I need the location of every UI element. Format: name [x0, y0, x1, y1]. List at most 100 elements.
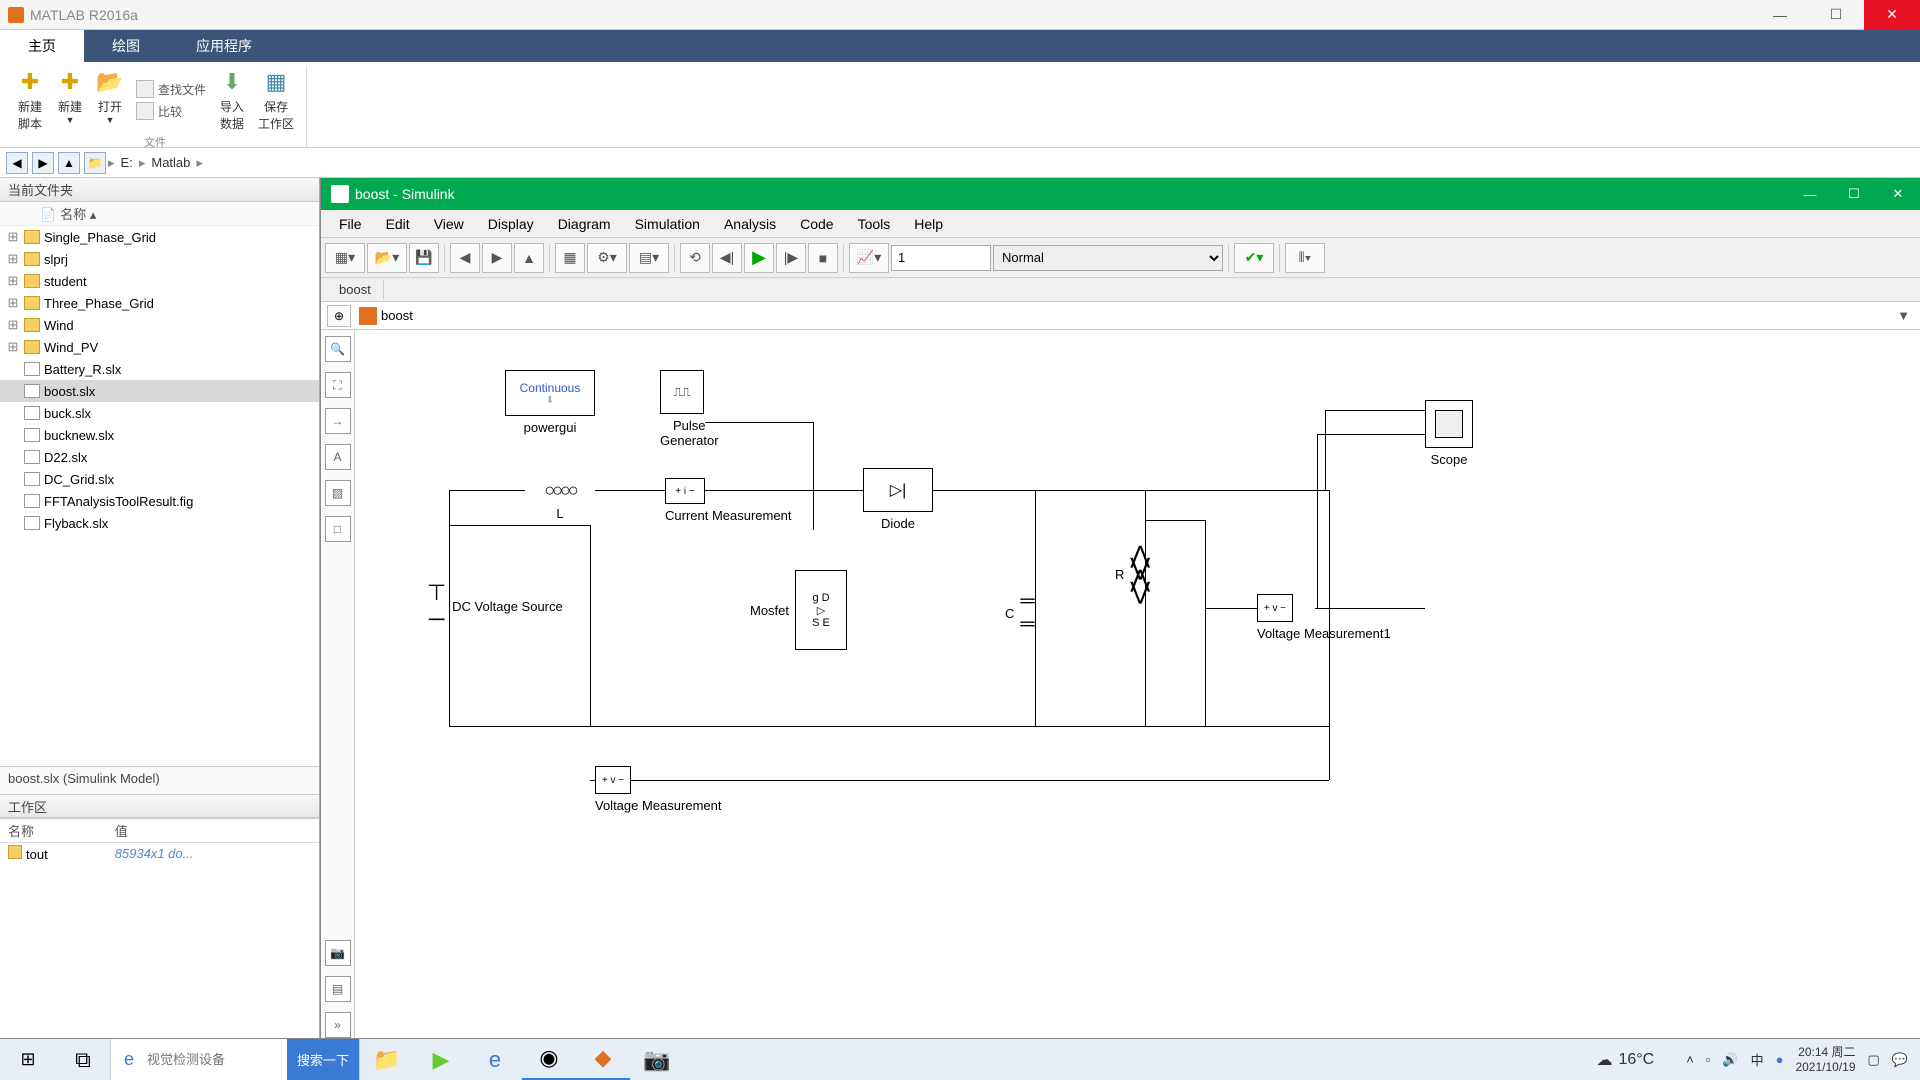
crumb-dropdown[interactable]: ▼ — [1897, 308, 1910, 323]
simulink-canvas[interactable]: Continuous⬇ powergui ⎍⎍ Pulse Generator … — [355, 330, 1920, 1038]
library-browser-button[interactable]: ▦ — [555, 243, 585, 273]
taskview-button[interactable]: ⧉ — [56, 1039, 110, 1080]
search-go-button[interactable]: 搜索一下 — [287, 1039, 359, 1080]
tab-plot[interactable]: 绘图 — [84, 30, 168, 62]
name-column-header[interactable]: 📄名称 ▴ — [0, 202, 319, 226]
start-button[interactable]: ⊞ — [0, 1039, 56, 1080]
screenshot-tool-icon[interactable]: 📷 — [325, 940, 351, 966]
file-tree[interactable]: 📄名称 ▴ ⊞Single_Phase_Grid ⊞slprj ⊞student… — [0, 202, 319, 766]
block-dc-source[interactable]: ⊤─DC Voltage Source — [427, 580, 563, 632]
search-input[interactable] — [147, 1045, 287, 1075]
folder-item[interactable]: ⊞Three_Phase_Grid — [0, 292, 319, 314]
fit-tool-icon[interactable]: ⛶ — [325, 372, 351, 398]
block-voltage-measurement[interactable]: + v − Voltage Measurement — [595, 766, 721, 813]
compare-button[interactable]: 比较 — [130, 100, 212, 122]
folder-item[interactable]: ⊞Wind_PV — [0, 336, 319, 358]
tab-home[interactable]: 主页 — [0, 30, 84, 62]
menu-simulation[interactable]: Simulation — [623, 212, 712, 236]
tray-ime-icon[interactable]: 中 — [1751, 1050, 1764, 1069]
stop-button[interactable]: ■ — [808, 243, 838, 273]
back-button[interactable]: ◀ — [450, 243, 480, 273]
file-item[interactable]: buck.slx — [0, 402, 319, 424]
block-scope[interactable]: Scope — [1425, 400, 1473, 467]
file-item[interactable]: FFTAnalysisToolResult.fig — [0, 490, 319, 512]
sample-time-button[interactable]: ⫴▾ — [1285, 243, 1325, 273]
block-voltage-measurement-1[interactable]: + v − Voltage Measurement1 — [1257, 594, 1391, 641]
ws-col-value[interactable]: 值 — [107, 819, 289, 843]
save-workspace-button[interactable]: ▦保存 工作区 — [252, 66, 300, 134]
menu-help[interactable]: Help — [902, 212, 955, 236]
model-tab[interactable]: boost — [327, 280, 384, 299]
block-capacitor[interactable]: C══ — [1005, 590, 1035, 636]
notification-icon[interactable]: ▢ — [1868, 1052, 1880, 1068]
save-model-button[interactable]: 💾 — [409, 243, 439, 273]
tray-network-icon[interactable]: ▫ — [1706, 1052, 1711, 1067]
edge-icon[interactable]: e — [468, 1039, 522, 1080]
crumb-nav-icon[interactable]: ⊕ — [327, 305, 351, 327]
new-button[interactable]: ✚新建▼ — [50, 66, 90, 134]
weather-widget[interactable]: ☁16°C — [1596, 1050, 1654, 1070]
step-back-button[interactable]: ◀| — [712, 243, 742, 273]
matlab-task-icon[interactable]: ◆ — [576, 1039, 630, 1080]
import-data-button[interactable]: ⬇导入 数据 — [212, 66, 252, 134]
taskbar-clock[interactable]: 20:14 周二 2021/10/19 — [1795, 1045, 1855, 1074]
area-tool-icon[interactable]: □ — [325, 516, 351, 542]
folder-item[interactable]: ⊞Single_Phase_Grid — [0, 226, 319, 248]
nav-browse-icon[interactable]: 📁 — [84, 152, 106, 174]
arrow-tool-icon[interactable]: → — [325, 408, 351, 434]
tray-chevron-icon[interactable]: ˄ — [1686, 1052, 1694, 1067]
block-mosfet[interactable]: Mosfetg D▷S E — [750, 570, 847, 650]
file-item[interactable]: Flyback.slx — [0, 512, 319, 534]
nav-back-icon[interactable]: ◀ — [6, 152, 28, 174]
maximize-button[interactable]: ☐ — [1808, 0, 1864, 30]
image-tool-icon[interactable]: ▨ — [325, 480, 351, 506]
crumb-model[interactable]: boost — [381, 308, 413, 323]
file-item[interactable]: D22.slx — [0, 446, 319, 468]
menu-edit[interactable]: Edit — [374, 212, 422, 236]
menu-view[interactable]: View — [422, 212, 476, 236]
block-resistor[interactable]: R⋀⋁⋀⋁ — [1115, 550, 1150, 598]
sim-minimize-button[interactable]: — — [1788, 178, 1832, 210]
menu-analysis[interactable]: Analysis — [712, 212, 788, 236]
block-powergui[interactable]: Continuous⬇ powergui — [505, 370, 595, 435]
path-folder[interactable]: Matlab — [145, 155, 196, 170]
forward-button[interactable]: ▶ — [482, 243, 512, 273]
explorer-icon[interactable]: 📁 — [360, 1039, 414, 1080]
sim-mode-select[interactable]: Normal — [993, 245, 1223, 271]
properties-tool-icon[interactable]: ▤ — [325, 976, 351, 1002]
folder-item[interactable]: ⊞slprj — [0, 248, 319, 270]
file-item-selected[interactable]: boost.slx — [0, 380, 319, 402]
nav-up-icon[interactable]: ▲ — [58, 152, 80, 174]
open-button[interactable]: 📂打开▼ — [90, 66, 130, 134]
tray-volume-icon[interactable]: 🔊 — [1722, 1052, 1738, 1068]
block-inductor[interactable]: ○○○○ L — [525, 478, 595, 521]
expand-tool-icon[interactable]: » — [325, 1012, 351, 1038]
tray-app-icon[interactable]: ● — [1776, 1052, 1784, 1067]
update-button[interactable]: ⟲ — [680, 243, 710, 273]
stop-time-input[interactable] — [891, 245, 991, 271]
action-center-icon[interactable]: 💬 — [1892, 1052, 1908, 1068]
ws-row[interactable]: tout85934x1 do... — [0, 843, 319, 865]
find-files-button[interactable]: 查找文件 — [130, 78, 212, 100]
up-button[interactable]: ▲ — [514, 243, 544, 273]
taskbar-search[interactable]: e 搜索一下 — [110, 1039, 360, 1080]
block-diode[interactable]: ▷| Diode — [863, 468, 933, 531]
ws-col-name[interactable]: 名称 — [0, 819, 107, 843]
menu-file[interactable]: File — [327, 212, 374, 236]
annotate-tool-icon[interactable]: A — [325, 444, 351, 470]
sim-maximize-button[interactable]: ☐ — [1832, 178, 1876, 210]
zoom-tool-icon[interactable]: 🔍 — [325, 336, 351, 362]
workspace-table[interactable]: 名称值 tout85934x1 do... — [0, 818, 319, 1038]
sim-close-button[interactable]: ✕ — [1876, 178, 1920, 210]
chrome-icon[interactable]: ◉ — [522, 1039, 576, 1080]
new-model-button[interactable]: ▦▾ — [325, 243, 365, 273]
menu-tools[interactable]: Tools — [846, 212, 903, 236]
menu-code[interactable]: Code — [788, 212, 845, 236]
folder-item[interactable]: ⊞Wind — [0, 314, 319, 336]
open-model-button[interactable]: 📂▾ — [367, 243, 407, 273]
block-pulse-generator[interactable]: ⎍⎍ Pulse Generator — [660, 370, 719, 448]
camera-icon[interactable]: 📷 — [630, 1039, 684, 1080]
file-item[interactable]: bucknew.slx — [0, 424, 319, 446]
run-button[interactable]: ▶ — [744, 243, 774, 273]
folder-item[interactable]: ⊞student — [0, 270, 319, 292]
